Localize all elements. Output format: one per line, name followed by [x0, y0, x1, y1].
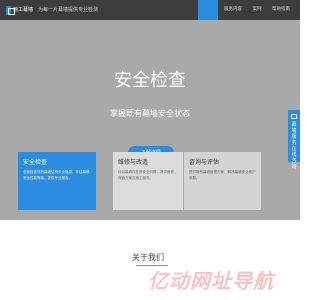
feature-card-title: 维修与改造 [118, 159, 149, 166]
feature-card-desc: 针对幕墙存在的安全问题，提供维修、改造方案及施工服务。 [118, 170, 178, 180]
consult-side-tab[interactable]: 幕墙服务在线咨询 [288, 110, 300, 170]
nav-item-help[interactable]: 帮助指南 [266, 0, 296, 20]
logo-text: 惊工幕墙 [12, 6, 33, 13]
feature-card-consulting[interactable]: 咨询与评估 提供既有幕墙管理方案、解决幕墙安全维护难题。 [184, 152, 261, 210]
feature-card-desc: 全面检查现有幕墙结构安全隐患，评估幕墙安全性能等级，提供专业报告。 [23, 170, 90, 180]
feature-card-title: 咨询与评估 [189, 159, 220, 166]
nav-item-cases[interactable]: 案例 [248, 0, 266, 20]
feature-card-title: 安全检查 [23, 159, 48, 166]
feature-card-desc: 提供既有幕墙管理方案、解决幕墙安全维护难题。 [189, 170, 256, 180]
hero-subtitle: 掌握既有幕墙安全状态 [110, 109, 190, 118]
nav-item-services[interactable]: 服务内容 [218, 0, 248, 20]
chat-icon [291, 114, 297, 119]
logo[interactable]: 惊工幕墙 [6, 5, 33, 15]
consult-side-tab-label: 幕墙服务在线咨询 [291, 122, 297, 170]
feature-card-repair[interactable]: 维修与改造 针对幕墙存在的安全问题，提供维修、改造方案及施工服务。 [113, 152, 183, 210]
nav-item-home[interactable] [198, 0, 218, 20]
top-header: 惊工幕墙 为每一片幕墙提供专业检测 服务内容 案例 帮助指南 [0, 0, 300, 20]
site-watermark: 亿动网址导航 [148, 269, 274, 293]
about-section-title: 关于我们 [132, 253, 164, 262]
hero-title: 安全检查 [114, 70, 186, 91]
header-slogan: 为每一片幕墙提供专业检测 [38, 7, 99, 13]
logo-mark-icon [6, 5, 15, 15]
main-nav: 服务内容 案例 帮助指南 [198, 0, 296, 20]
feature-card-safety-check[interactable]: 安全检查 全面检查现有幕墙结构安全隐患，评估幕墙安全性能等级，提供专业报告。 [18, 152, 96, 210]
